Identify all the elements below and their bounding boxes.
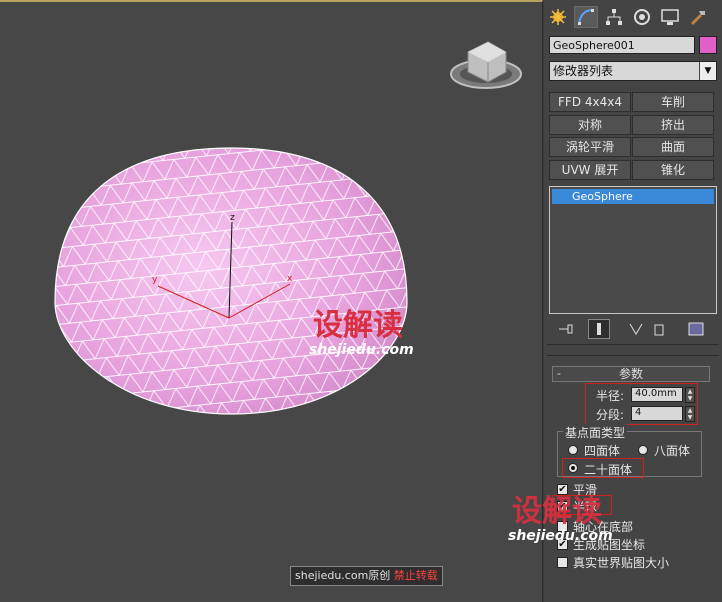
modifier-stack[interactable]: GeoSphere xyxy=(549,186,717,314)
footer-credit: shejiedu.com原创 禁止转载 xyxy=(290,566,443,586)
create-icon[interactable] xyxy=(546,6,570,28)
radius-spinner[interactable]: ▲ ▼ xyxy=(685,387,695,403)
modify-icon[interactable] xyxy=(574,6,598,28)
remove-modifier-icon[interactable] xyxy=(652,322,666,339)
octa-radio[interactable] xyxy=(638,445,648,455)
segments-spinner[interactable]: ▲ ▼ xyxy=(685,406,695,422)
mod-button-surface[interactable]: 曲面 xyxy=(632,137,714,157)
gen-map-checkbox[interactable]: ✔ xyxy=(557,539,568,550)
radius-input[interactable]: 40.0mm xyxy=(631,387,683,402)
icosa-label: 二十面体 xyxy=(584,463,633,477)
params-rollout-header[interactable]: - 参数 xyxy=(552,366,710,382)
utilities-icon[interactable] xyxy=(686,6,710,28)
display-icon[interactable] xyxy=(658,6,682,28)
axis-y-label: y xyxy=(152,275,158,285)
stack-item-geosphere[interactable]: GeoSphere xyxy=(552,189,714,204)
configure-modifier-sets-icon[interactable] xyxy=(688,322,704,339)
motion-icon[interactable] xyxy=(630,6,654,28)
radius-label: 半径: xyxy=(596,389,625,403)
base-pivot-checkbox[interactable] xyxy=(557,521,568,532)
icosa-radio[interactable] xyxy=(568,463,578,473)
mod-button-ffd[interactable]: FFD 4x4x4 xyxy=(549,92,631,112)
chevron-down-icon: ▼ xyxy=(699,62,716,80)
mod-button-extrude[interactable]: 挤出 xyxy=(632,115,714,135)
real-world-label: 真实世界贴图大小 xyxy=(573,556,670,570)
svg-text:设解读: 设解读 xyxy=(313,308,403,343)
make-unique-icon[interactable] xyxy=(628,322,644,339)
mod-button-turbosmooth[interactable]: 涡轮平滑 xyxy=(549,137,631,157)
gen-map-label: 生成贴图坐标 xyxy=(573,538,646,552)
segments-input[interactable]: 4 xyxy=(631,406,683,421)
mod-button-taper[interactable]: 锥化 xyxy=(632,160,714,180)
modifier-list-dropdown[interactable]: 修改器列表 ▼ xyxy=(549,61,717,81)
hemisphere-checkbox[interactable]: ✔ xyxy=(557,501,568,512)
axis-x-label: x xyxy=(287,274,293,284)
pin-stack-icon[interactable] xyxy=(558,322,574,339)
mod-button-lathe[interactable]: 车削 xyxy=(632,92,714,112)
smooth-checkbox[interactable]: ✔ xyxy=(557,484,568,495)
tetra-label: 四面体 xyxy=(584,444,621,458)
segments-label: 分段: xyxy=(596,408,625,422)
object-color-swatch[interactable] xyxy=(699,36,717,54)
show-end-result-icon[interactable] xyxy=(588,319,610,339)
real-world-checkbox[interactable] xyxy=(557,557,568,568)
axis-z-label: z xyxy=(230,213,235,223)
command-panel: GeoSphere001 修改器列表 ▼ FFD 4x4x4 车削 对称 挤出 … xyxy=(544,0,722,602)
base-type-label: 基点面类型 xyxy=(563,424,628,441)
hierarchy-icon[interactable] xyxy=(602,6,626,28)
watermark-logo: 设解读 shejiedu.com xyxy=(309,308,414,358)
viewport-canvas: z y x 设解读 shejiedu.com xyxy=(54,41,522,415)
perspective-viewport[interactable]: z y x 设解读 shejiedu.com shejiedu.com原创 禁止… xyxy=(0,0,543,602)
viewcube[interactable] xyxy=(450,41,522,89)
mod-button-uvw-unwrap[interactable]: UVW 展开 xyxy=(549,160,631,180)
divider xyxy=(547,344,719,345)
modifier-list-label: 修改器列表 xyxy=(553,64,614,78)
object-name-field[interactable]: GeoSphere001 xyxy=(549,36,695,54)
footer-site: shejiedu.com原创 xyxy=(295,569,391,582)
divider xyxy=(547,355,719,356)
mod-button-symmetry[interactable]: 对称 xyxy=(549,115,631,135)
octa-label: 八面体 xyxy=(654,444,691,458)
params-rollout-title: 参数 xyxy=(618,367,643,381)
base-pivot-label: 轴心在底部 xyxy=(573,520,634,534)
hemisphere-label: 半球 xyxy=(573,500,598,514)
footer-warning: 禁止转载 xyxy=(393,569,438,582)
tetra-radio[interactable] xyxy=(568,445,578,455)
svg-text:shejiedu.com: shejiedu.com xyxy=(309,342,414,358)
